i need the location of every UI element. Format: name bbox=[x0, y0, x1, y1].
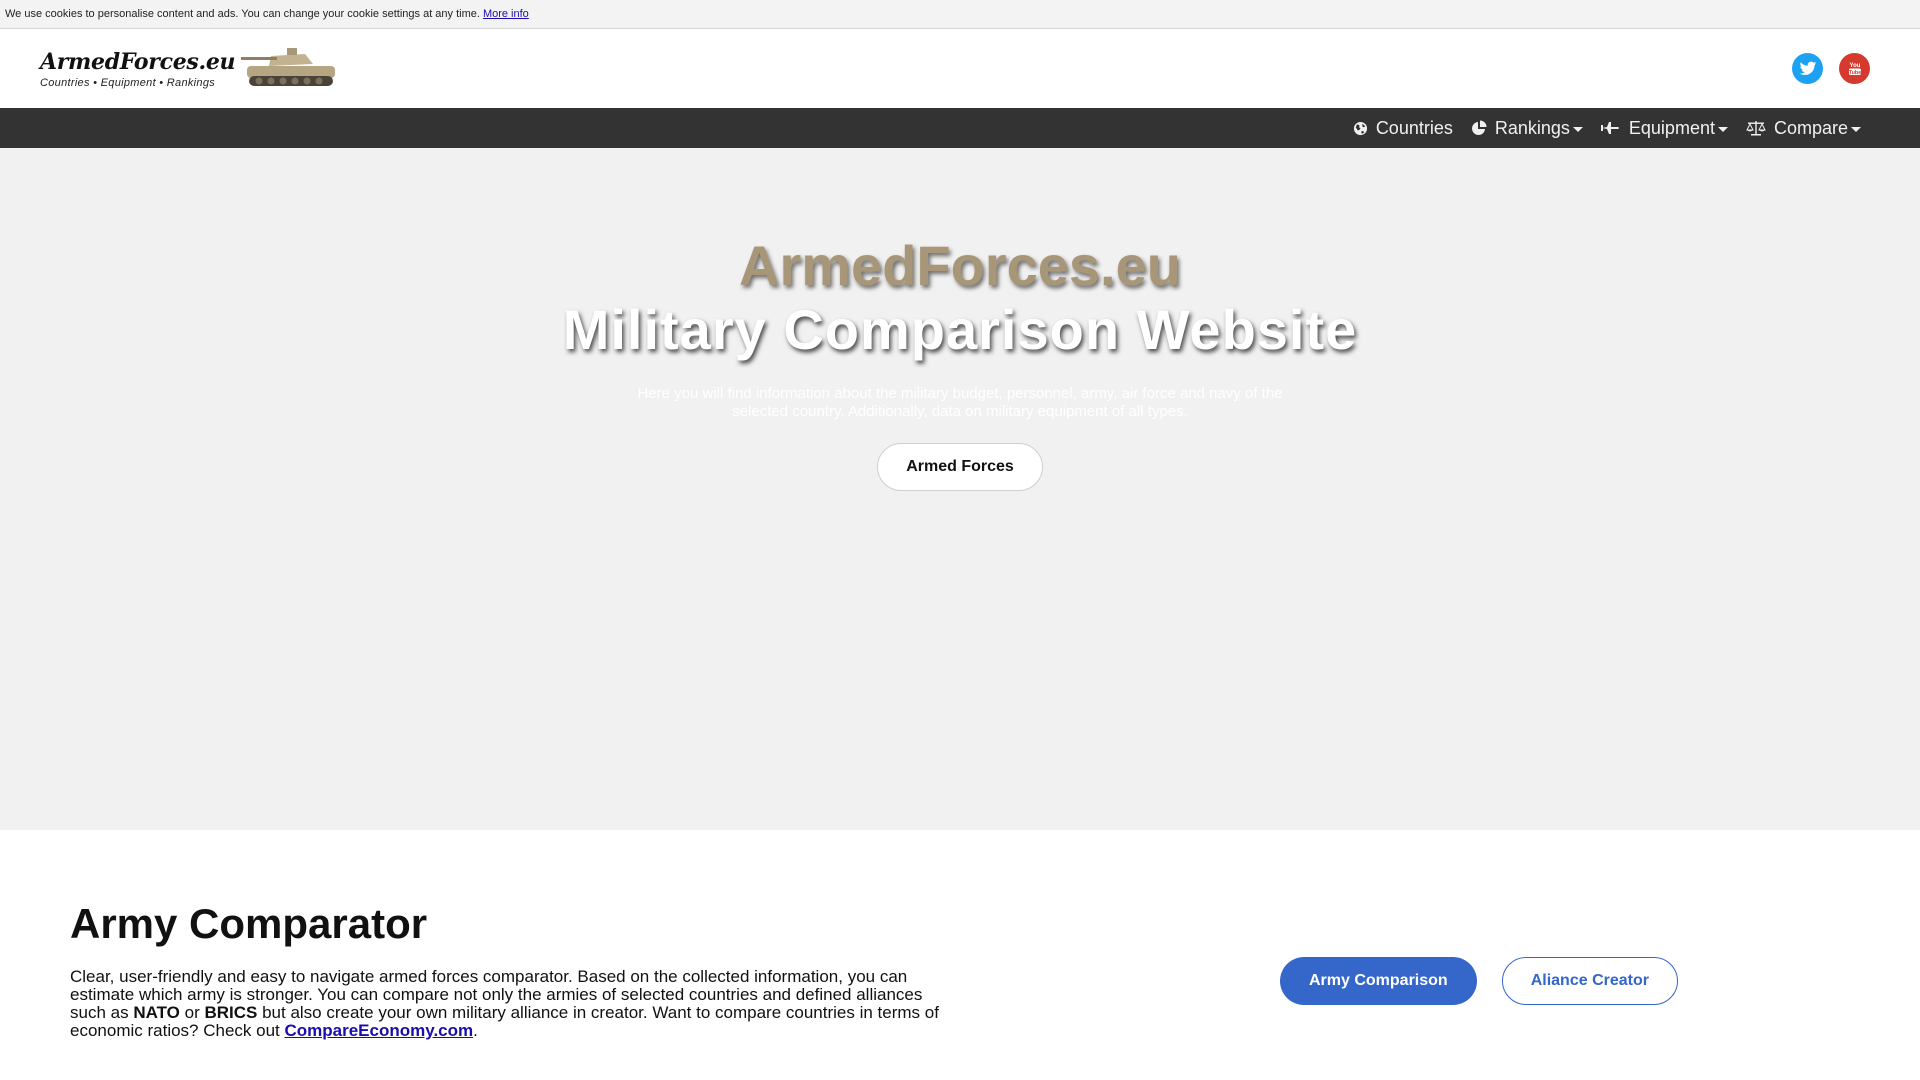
logo-text: ArmedForces.eu Countries • Equipment • R… bbox=[40, 48, 236, 89]
nav-label-rankings: Rankings bbox=[1494, 117, 1570, 138]
comparator-text: Army Comparator Clear, user-friendly and… bbox=[70, 900, 950, 1040]
nav-item-equipment[interactable]: Equipment bbox=[1592, 108, 1737, 148]
hero-subtitle: Military Comparison Website bbox=[562, 298, 1358, 361]
globe-icon bbox=[1353, 121, 1368, 136]
hero-description: Here you will find information about the… bbox=[637, 385, 1283, 420]
pie-chart-icon bbox=[1471, 120, 1487, 136]
cookie-bar: We use cookies to personalise content an… bbox=[0, 0, 1920, 29]
youtube-icon[interactable]: You Tube bbox=[1839, 53, 1870, 84]
nav-item-compare[interactable]: Compare bbox=[1737, 108, 1870, 148]
chevron-down-icon bbox=[1572, 127, 1583, 132]
social-links: You Tube bbox=[1792, 53, 1870, 84]
chevron-down-icon bbox=[1717, 127, 1728, 132]
armed-forces-button[interactable]: Armed Forces bbox=[877, 443, 1043, 491]
cookie-text: We use cookies to personalise content an… bbox=[5, 8, 480, 20]
comparator-desc-period: . bbox=[473, 1021, 478, 1040]
chevron-down-icon bbox=[1851, 127, 1861, 132]
main-nav: Countries Rankings Equipment Compare bbox=[0, 108, 1920, 148]
aliance-creator-button[interactable]: Aliance Creator bbox=[1501, 957, 1678, 1005]
svg-text:Tube: Tube bbox=[1848, 69, 1861, 75]
nav-item-rankings[interactable]: Rankings bbox=[1462, 108, 1592, 148]
nav-label-countries: Countries bbox=[1375, 117, 1453, 138]
comparator-description: Clear, user-friendly and easy to navigat… bbox=[70, 968, 950, 1040]
site-header: ArmedForces.eu Countries • Equipment • R… bbox=[0, 29, 1920, 108]
army-comparator-section: Army Comparator Clear, user-friendly and… bbox=[0, 830, 1920, 1040]
twitter-icon[interactable] bbox=[1792, 53, 1823, 84]
svg-text:You: You bbox=[1849, 63, 1860, 69]
comparator-title: Army Comparator bbox=[70, 900, 428, 947]
logo-title: ArmedForces.eu bbox=[40, 48, 236, 75]
nav-label-equipment: Equipment bbox=[1628, 117, 1715, 138]
site-logo[interactable]: ArmedForces.eu Countries • Equipment • R… bbox=[40, 42, 345, 95]
comparator-desc-or: or bbox=[179, 1003, 205, 1022]
compareeconomy-link[interactable]: CompareEconomy.com bbox=[285, 1021, 474, 1040]
cookie-more-info-link[interactable]: More info bbox=[483, 8, 529, 20]
scales-icon bbox=[1746, 120, 1766, 136]
nato-label: NATO bbox=[133, 1003, 180, 1022]
plane-icon bbox=[1600, 121, 1621, 135]
logo-tagline: Countries • Equipment • Rankings bbox=[40, 76, 216, 89]
nav-label-compare: Compare bbox=[1773, 117, 1848, 138]
brics-label: BRICS bbox=[204, 1003, 258, 1022]
tank-icon bbox=[241, 42, 345, 95]
comparator-buttons: Army Comparison Aliance Creator bbox=[1280, 957, 1678, 1040]
hero-section: ArmedForces.eu Military Comparison Websi… bbox=[0, 148, 1920, 830]
army-comparison-button[interactable]: Army Comparison bbox=[1280, 957, 1477, 1005]
nav-item-countries[interactable]: Countries bbox=[1344, 108, 1462, 148]
hero-title: ArmedForces.eu bbox=[739, 234, 1181, 297]
